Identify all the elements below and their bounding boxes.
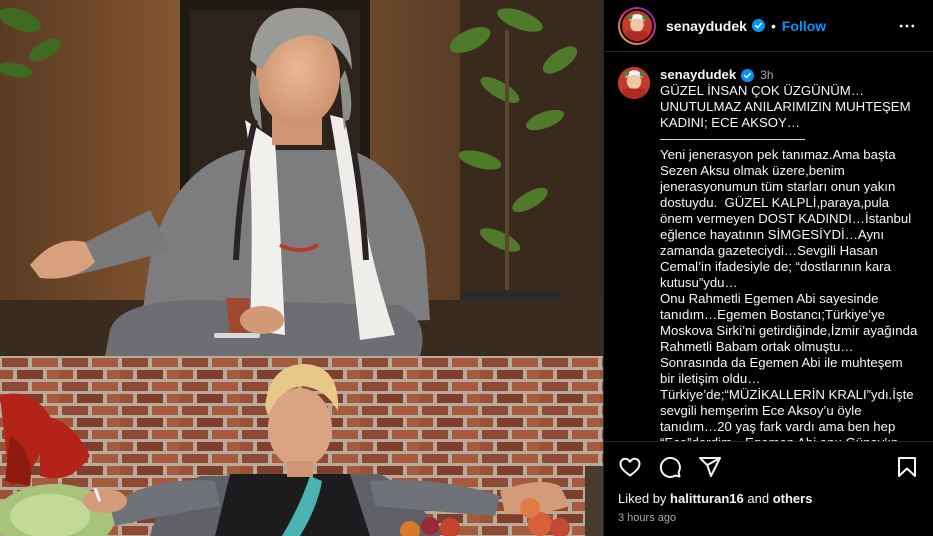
photo-top-illustration: [0, 0, 603, 356]
header-separator: •: [770, 17, 776, 34]
comments-section[interactable]: senaydudek 3h GÜZEL İNSAN ÇOK ÜZGÜNÜM…UN…: [604, 53, 933, 441]
author-avatar-image: [620, 8, 654, 43]
author-avatar[interactable]: [618, 6, 656, 45]
likes-summary: Liked by halitturan16 and others: [618, 491, 919, 506]
verified-badge-icon: [751, 19, 765, 32]
more-options-icon[interactable]: [895, 14, 919, 38]
caption-avatar-illustration: [618, 67, 650, 99]
header-username-group: senaydudek • Follow: [666, 18, 826, 34]
caption-head: senaydudek 3h: [660, 67, 919, 83]
caption-author-avatar[interactable]: [618, 67, 650, 99]
heart-icon[interactable]: [618, 455, 642, 479]
avatar-illustration: [622, 10, 652, 41]
share-icon[interactable]: [698, 455, 722, 479]
action-bar: [618, 452, 919, 482]
post-photo-top: [0, 0, 603, 356]
post-actions-section: Liked by halitturan16 and others 3 hours…: [604, 441, 933, 536]
photo-bottom-illustration: [0, 356, 603, 536]
likes-others-link[interactable]: others: [773, 491, 813, 506]
likes-prefix: Liked by: [618, 491, 667, 506]
bookmark-icon[interactable]: [895, 455, 919, 479]
post-header: senaydudek • Follow: [604, 0, 933, 52]
post-photo-bottom: [0, 356, 603, 536]
caption-text: GÜZEL İNSAN ÇOK ÜZGÜNÜM…UNUTULMAZ ANILAR…: [660, 83, 918, 441]
caption-username[interactable]: senaydudek: [660, 67, 736, 83]
comment-icon[interactable]: [658, 455, 682, 479]
post-caption: senaydudek 3h GÜZEL İNSAN ÇOK ÜZGÜNÜM…UN…: [618, 67, 919, 441]
caption-verified-badge-icon: [741, 68, 755, 82]
caption-body: senaydudek 3h GÜZEL İNSAN ÇOK ÜZGÜNÜM…UN…: [660, 67, 919, 441]
follow-button[interactable]: Follow: [782, 18, 826, 34]
caption-timestamp[interactable]: 3h: [760, 67, 773, 83]
post-timestamp[interactable]: 3 hours ago: [618, 512, 919, 524]
liked-by-user-link[interactable]: halitturan16: [670, 491, 744, 506]
post-media[interactable]: [0, 0, 603, 536]
header-username[interactable]: senaydudek: [666, 18, 747, 34]
post-details-panel: senaydudek • Follow senaydudek 3h GÜZEL …: [603, 0, 933, 536]
likes-and: and: [747, 491, 770, 506]
